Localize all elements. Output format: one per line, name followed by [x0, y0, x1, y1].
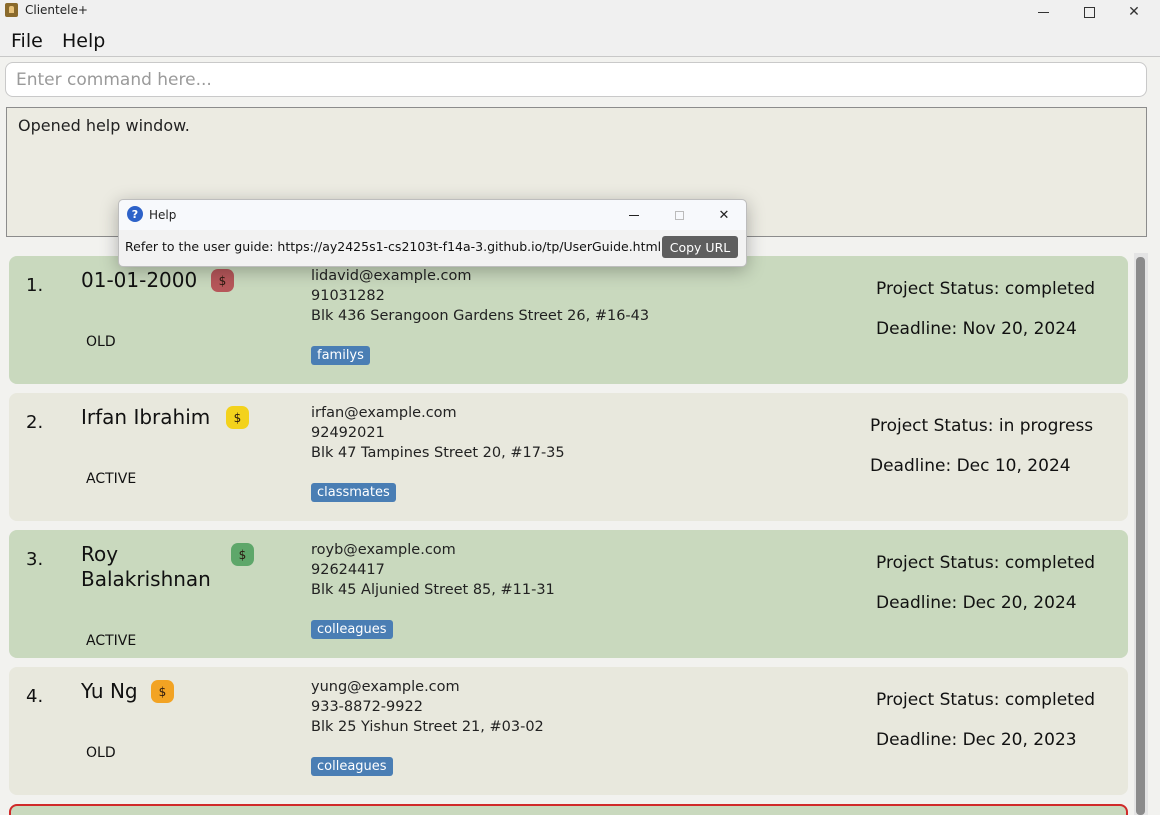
close-icon[interactable]: ✕	[1111, 0, 1157, 24]
client-index: 4.	[26, 686, 44, 707]
client-phone: 92492021	[311, 425, 385, 441]
client-card[interactable]: 4. Yu Ng $ OLD yung@example.com 933-8872…	[9, 667, 1128, 795]
menu-file[interactable]: File	[11, 30, 43, 52]
project-deadline: Deadline: Dec 20, 2023	[876, 730, 1077, 750]
client-email: yung@example.com	[311, 679, 460, 695]
client-status: ACTIVE	[86, 633, 137, 649]
minimize-icon[interactable]	[1020, 0, 1066, 24]
result-text: Opened help window.	[18, 116, 190, 135]
maximize-icon[interactable]	[1066, 0, 1112, 24]
client-phone: 933-8872-9922	[311, 699, 423, 715]
client-status: ACTIVE	[86, 471, 137, 487]
client-email: royb@example.com	[311, 542, 456, 558]
project-deadline: Deadline: Dec 20, 2024	[876, 593, 1077, 613]
client-address: Blk 45 Aljunied Street 85, #11-31	[311, 582, 555, 598]
client-index: 1.	[26, 275, 44, 296]
client-tag: familys	[311, 346, 370, 365]
help-message: Refer to the user guide: https://ay2425s…	[125, 239, 662, 254]
client-status: OLD	[86, 334, 116, 350]
help-title: Help	[149, 208, 177, 222]
client-phone: 91031282	[311, 288, 385, 304]
menu-help[interactable]: Help	[62, 30, 105, 52]
client-index: 3.	[26, 549, 44, 570]
project-status: Project Status: completed	[876, 690, 1096, 710]
help-maximize-icon	[659, 200, 699, 230]
help-minimize-icon[interactable]	[614, 200, 654, 230]
help-close-icon[interactable]: ✕	[704, 200, 744, 230]
client-name-line2: Balakrishnan	[81, 567, 211, 591]
window-title: Clientele+	[25, 3, 88, 17]
client-address: Blk 436 Serangoon Gardens Street 26, #16…	[311, 308, 650, 324]
project-deadline: Deadline: Nov 20, 2024	[876, 319, 1077, 339]
client-card-selected[interactable]	[9, 804, 1128, 815]
app-icon	[5, 3, 18, 17]
client-status: OLD	[86, 745, 116, 761]
project-deadline: Deadline: Dec 10, 2024	[870, 456, 1071, 476]
client-name: 01-01-2000	[81, 268, 198, 292]
client-name: Irfan Ibrahim	[81, 405, 211, 429]
client-index: 2.	[26, 412, 44, 433]
payment-dollar-icon: $	[211, 269, 234, 292]
payment-dollar-icon: $	[151, 680, 174, 703]
question-icon: ?	[127, 206, 143, 222]
client-tag: colleagues	[311, 620, 393, 639]
help-dialog: ? Help ✕ Refer to the user guide: https:…	[118, 199, 747, 267]
window-titlebar: Clientele+ ✕	[0, 0, 1160, 24]
client-card[interactable]: 1. 01-01-2000 $ OLD lidavid@example.com …	[9, 256, 1128, 384]
project-status: Project Status: completed	[876, 553, 1096, 573]
payment-dollar-icon: $	[226, 406, 249, 429]
payment-dollar-icon: $	[231, 543, 254, 566]
project-status: Project Status: completed	[876, 279, 1096, 299]
client-name: Yu Ng	[81, 679, 138, 703]
client-address: Blk 47 Tampines Street 20, #17-35	[311, 445, 565, 461]
copy-url-button[interactable]: Copy URL	[662, 236, 738, 258]
client-tag: classmates	[311, 483, 396, 502]
help-titlebar: ? Help ✕	[119, 200, 746, 230]
client-tag: colleagues	[311, 757, 393, 776]
client-phone: 92624417	[311, 562, 385, 578]
client-address: Blk 25 Yishun Street 21, #03-02	[311, 719, 544, 735]
client-email: irfan@example.com	[311, 405, 457, 421]
client-card[interactable]: 3. Roy Balakrishnan $ ACTIVE royb@exampl…	[9, 530, 1128, 658]
client-email: lidavid@example.com	[311, 268, 472, 284]
client-card[interactable]: 2. Irfan Ibrahim $ ACTIVE irfan@example.…	[9, 393, 1128, 521]
client-name-line1: Roy	[81, 542, 119, 566]
client-list: 1. 01-01-2000 $ OLD lidavid@example.com …	[0, 245, 1160, 815]
project-status: Project Status: in progress	[870, 416, 1094, 436]
menu-bar: File Help	[0, 24, 1160, 57]
command-input[interactable]	[5, 62, 1147, 97]
